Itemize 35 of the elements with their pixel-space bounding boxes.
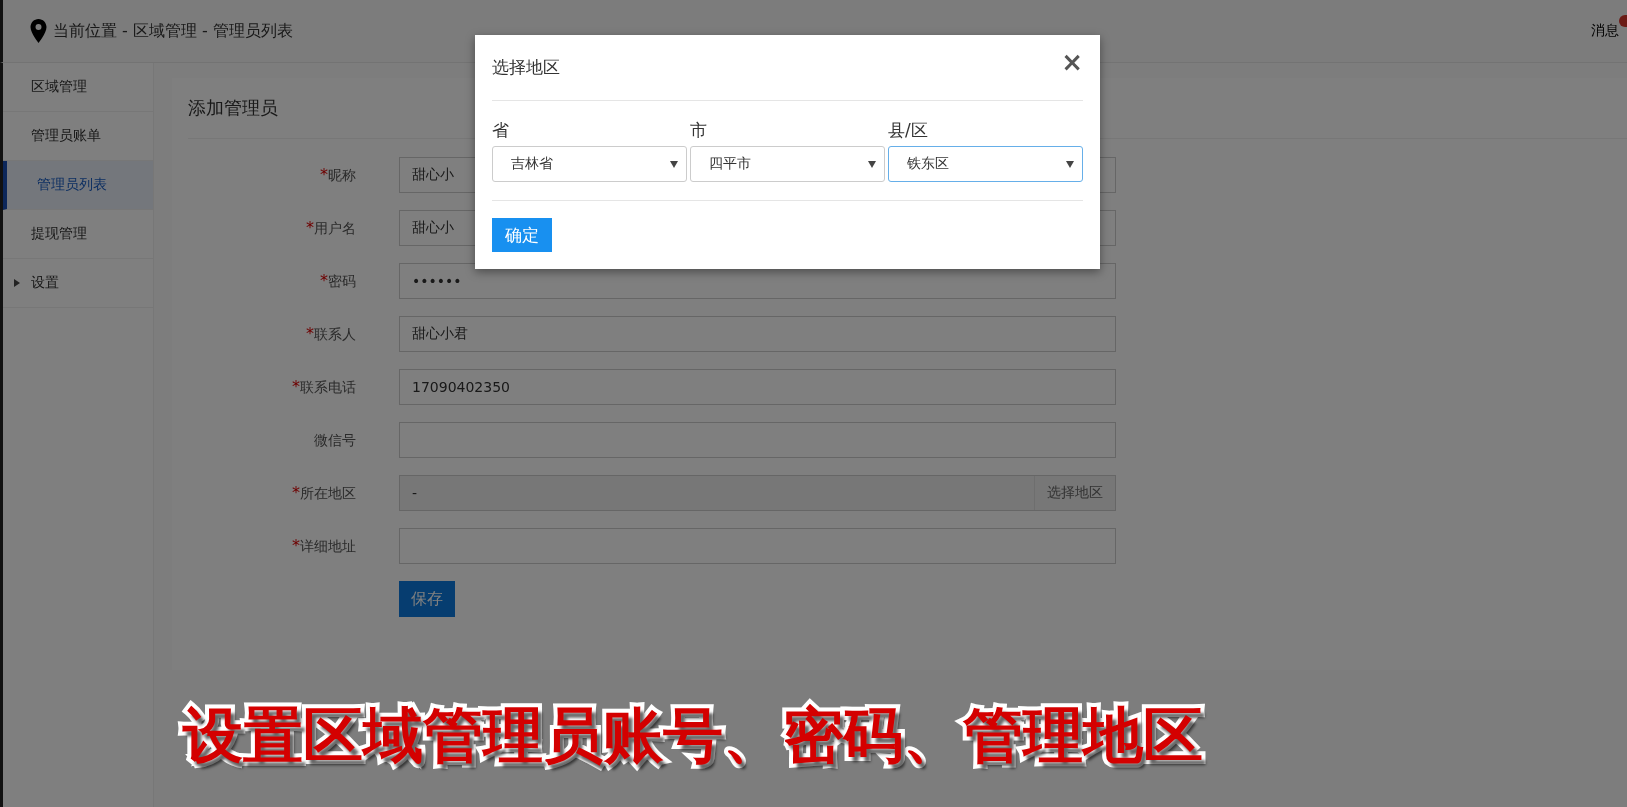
close-button[interactable]: × <box>1061 46 1083 77</box>
messages-link[interactable]: 消息 <box>1591 22 1619 40</box>
dropdown[interactable]: 铁东区 <box>888 146 1083 182</box>
confirm-button[interactable]: 确定 <box>492 218 552 252</box>
dropdown[interactable]: 四平市 <box>690 146 885 182</box>
region-field[interactable]: - 选择地区 <box>399 475 1116 511</box>
dropdown[interactable]: 吉林省 <box>492 146 687 182</box>
input-field[interactable] <box>399 528 1116 564</box>
input-field[interactable]: 甜心小君 <box>399 316 1116 352</box>
field-label: *用户名 <box>306 220 356 236</box>
field-label: *详细地址 <box>292 538 356 554</box>
sidebar-item[interactable]: 区域管理 <box>3 63 153 112</box>
select-label: 县/区 <box>888 119 929 142</box>
sidebar-item[interactable]: 管理员列表 <box>3 161 153 210</box>
field-label: *昵称 <box>320 167 356 183</box>
input-field[interactable] <box>399 422 1116 458</box>
caret-icon <box>14 279 20 287</box>
caret-icon <box>868 160 876 168</box>
input-field[interactable]: 17090402350 <box>399 369 1116 405</box>
select-label: 省 <box>492 119 510 142</box>
save-button[interactable]: 保存 <box>399 581 455 617</box>
select-label: 市 <box>690 119 708 142</box>
location-pin-icon <box>30 19 47 43</box>
sidebar-item[interactable]: 提现管理 <box>3 210 153 259</box>
dialog-title: 选择地区 <box>492 56 560 79</box>
caret-icon <box>670 160 678 168</box>
field-label: *联系人 <box>306 326 356 342</box>
caption-text: 设置区域管理员账号、密码、管理地区 <box>183 699 1203 772</box>
field-label: *所在地区 <box>292 485 356 501</box>
field-label: *密码 <box>320 273 356 289</box>
field-label: *联系电话 <box>292 379 356 395</box>
caret-icon <box>1066 160 1074 168</box>
sidebar-item[interactable]: 设置 <box>3 259 153 308</box>
field-label: 微信号 <box>314 432 356 448</box>
breadcrumb: 当前位置 - 区域管理 - 管理员列表 <box>53 20 293 42</box>
